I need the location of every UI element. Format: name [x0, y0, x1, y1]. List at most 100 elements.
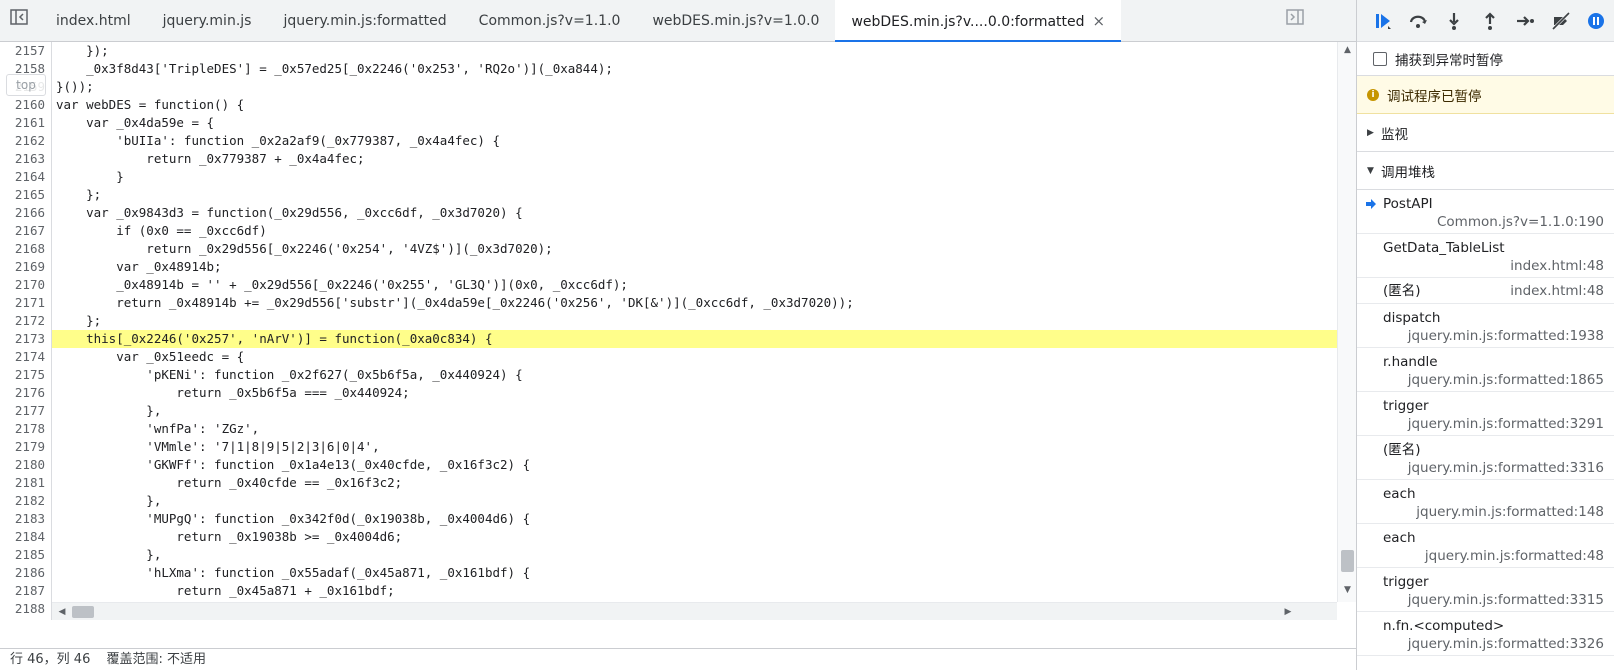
callstack-frame[interactable]: r.handle jquery.min.js:formatted:1865 [1357, 348, 1614, 392]
editor-tab[interactable]: index.html [40, 0, 147, 42]
code-line[interactable]: }); [52, 42, 1337, 60]
code-line[interactable]: return _0x45a871 + _0x161bdf; [52, 582, 1337, 600]
scroll-down-icon[interactable]: ▼ [1338, 582, 1356, 598]
line-number[interactable]: 2181 [0, 474, 51, 492]
code-line[interactable]: }()); [52, 78, 1337, 96]
line-number[interactable]: 2184 [0, 528, 51, 546]
callstack-frame-location[interactable]: jquery.min.js:formatted:1938 [1383, 327, 1604, 345]
line-number[interactable]: 2166 [0, 204, 51, 222]
callstack-frame-location[interactable]: jquery.min.js:formatted:3326 [1383, 635, 1604, 653]
code-line[interactable]: }; [52, 312, 1337, 330]
line-number[interactable]: 2175 [0, 366, 51, 384]
line-number[interactable]: 2186 [0, 564, 51, 582]
callstack-frame[interactable]: GetData_TableList index.html:48 [1357, 234, 1614, 278]
code-line[interactable]: return _0x48914b += _0x29d556['substr'](… [52, 294, 1337, 312]
scroll-left-icon[interactable]: ◀ [54, 603, 70, 620]
line-number[interactable]: 2165 [0, 186, 51, 204]
line-number[interactable]: 2173 [0, 330, 51, 348]
line-number[interactable]: 2161 [0, 114, 51, 132]
code-line[interactable]: } [52, 168, 1337, 186]
step-over-button[interactable] [1401, 7, 1437, 35]
code-line[interactable]: 'hLXma': function _0x55adaf(_0x45a871, _… [52, 564, 1337, 582]
line-number[interactable]: 2176 [0, 384, 51, 402]
callstack-frame[interactable]: each jquery.min.js:formatted:48 [1357, 524, 1614, 568]
code-line[interactable]: var webDES = function() { [52, 96, 1337, 114]
code-line[interactable]: _0x48914b = '' + _0x29d556[_0x2246('0x25… [52, 276, 1337, 294]
code-line[interactable]: 'pKENi': function _0x2f627(_0x5b6f5a, _0… [52, 366, 1337, 384]
code-line[interactable]: var _0x4da59e = { [52, 114, 1337, 132]
line-number[interactable]: 2189 [0, 618, 51, 620]
toggle-debugger-icon[interactable] [1284, 9, 1306, 31]
line-number[interactable]: 2182 [0, 492, 51, 510]
pause-on-exceptions-option[interactable]: 捕获到异常时暂停 [1357, 42, 1614, 76]
callstack-frame[interactable]: PostAPI Common.js?v=1.1.0:190 [1357, 190, 1614, 234]
code-line[interactable]: 'MUPgQ': function _0x342f0d(_0x19038b, _… [52, 510, 1337, 528]
toggle-navigator-icon[interactable] [8, 9, 30, 31]
line-number[interactable]: 2180 [0, 456, 51, 474]
resume-button[interactable] [1365, 7, 1401, 35]
editor-tab[interactable]: Common.js?v=1.1.0 [463, 0, 637, 42]
callstack-frame[interactable]: trigger jquery.min.js:formatted:3315 [1357, 568, 1614, 612]
callstack-frame[interactable]: each jquery.min.js:formatted:148 [1357, 480, 1614, 524]
vertical-scroll-thumb[interactable] [1341, 550, 1354, 572]
line-number[interactable]: 2178 [0, 420, 51, 438]
callstack-frame-location[interactable]: jquery.min.js:formatted:3315 [1383, 591, 1604, 609]
editor-tab[interactable]: jquery.min.js [147, 0, 268, 42]
close-icon[interactable]: × [1093, 0, 1106, 42]
callstack-frame-location[interactable]: jquery.min.js:formatted:48 [1383, 547, 1604, 565]
line-number[interactable]: 2170 [0, 276, 51, 294]
code-line[interactable]: }; [52, 186, 1337, 204]
callstack-frame-location[interactable]: jquery.min.js:formatted:3316 [1383, 459, 1604, 477]
code-line[interactable]: var _0x9843d3 = function(_0x29d556, _0xc… [52, 204, 1337, 222]
line-number[interactable]: 2185 [0, 546, 51, 564]
step-out-button[interactable] [1472, 7, 1508, 35]
line-number-gutter[interactable]: 2157215821592160216121622163216421652166… [0, 42, 52, 620]
line-number[interactable]: 2179 [0, 438, 51, 456]
callstack-frame[interactable]: trigger jquery.min.js:formatted:3291 [1357, 392, 1614, 436]
line-number[interactable]: 2174 [0, 348, 51, 366]
code-editor[interactable]: 2157215821592160216121622163216421652166… [0, 42, 1356, 620]
code-line[interactable]: 'wnfPa': 'ZGz', [52, 420, 1337, 438]
editor-tab[interactable]: jquery.min.js:formatted [267, 0, 462, 42]
step-button[interactable] [1507, 7, 1543, 35]
deactivate-breakpoints-button[interactable] [1543, 7, 1579, 35]
line-number[interactable]: 2171 [0, 294, 51, 312]
editor-tab[interactable]: webDES.min.js?v....0.0:formatted × [835, 0, 1122, 42]
line-number[interactable]: 2162 [0, 132, 51, 150]
code-lines[interactable]: }); _0x3f8d43['TripleDES'] = _0x57ed25[_… [52, 42, 1337, 620]
callstack-frame[interactable]: (匿名) jquery.min.js:formatted:3316 [1357, 436, 1614, 480]
callstack-frame-location[interactable]: jquery.min.js:formatted:3291 [1383, 415, 1604, 433]
code-line[interactable]: }, [52, 402, 1337, 420]
pause-on-exceptions-checkbox[interactable] [1373, 51, 1387, 66]
code-line[interactable]: return _0x5b6f5a === _0x440924; [52, 384, 1337, 402]
code-line[interactable]: return _0x19038b >= _0x4004d6; [52, 528, 1337, 546]
code-line[interactable]: }, [52, 546, 1337, 564]
callstack-frame-location[interactable]: jquery.min.js:formatted:148 [1383, 503, 1604, 521]
callstack-frame[interactable]: dispatch jquery.min.js:formatted:1938 [1357, 304, 1614, 348]
line-number[interactable]: 2172 [0, 312, 51, 330]
line-number[interactable]: 2164 [0, 168, 51, 186]
highlighted-code-line[interactable]: this[_0x2246('0x257', 'nArV')] = functio… [52, 330, 1337, 348]
code-line[interactable]: _0x3f8d43['TripleDES'] = _0x57ed25[_0x22… [52, 60, 1337, 78]
line-number[interactable]: 2188 [0, 600, 51, 618]
line-number[interactable]: 2157 [0, 42, 51, 60]
code-line[interactable]: 'VMmle': '7|1|8|9|5|2|3|6|0|4', [52, 438, 1337, 456]
line-number[interactable]: 2187 [0, 582, 51, 600]
code-line[interactable]: 'GKWFf': function _0x1a4e13(_0x40cfde, _… [52, 456, 1337, 474]
watch-section-header[interactable]: ▶ 监视 [1357, 114, 1614, 152]
pause-on-exceptions-button[interactable] [1578, 7, 1614, 35]
code-line[interactable]: if (0x0 == _0xcc6df) [52, 222, 1337, 240]
line-number[interactable]: 2177 [0, 402, 51, 420]
horizontal-scroll-thumb[interactable] [72, 606, 94, 618]
callstack-frame-location[interactable]: Common.js?v=1.1.0:190 [1383, 213, 1604, 231]
code-line[interactable]: var _0x51eedc = { [52, 348, 1337, 366]
line-number[interactable]: 2169 [0, 258, 51, 276]
line-number[interactable]: 2163 [0, 150, 51, 168]
code-line[interactable]: var _0x48914b; [52, 258, 1337, 276]
callstack-frame-location[interactable]: index.html:48 [1510, 282, 1604, 300]
callstack-frame-location[interactable]: index.html:48 [1383, 257, 1604, 275]
line-number[interactable]: 2160 [0, 96, 51, 114]
scroll-right-icon[interactable]: ▶ [1280, 603, 1296, 620]
code-line[interactable]: return _0x779387 + _0x4a4fec; [52, 150, 1337, 168]
code-line[interactable]: }, [52, 492, 1337, 510]
